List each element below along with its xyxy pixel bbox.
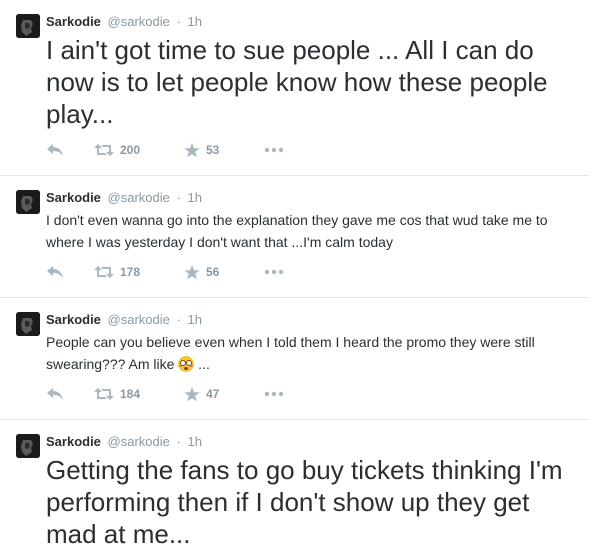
timestamp[interactable]: 1h — [187, 14, 201, 29]
more-options-icon — [264, 269, 284, 275]
more-options-button[interactable] — [264, 147, 284, 153]
favorite-button[interactable]: 47 — [184, 386, 264, 402]
favorite-star-icon — [184, 386, 200, 401]
favorite-count: 53 — [206, 143, 220, 157]
user-name[interactable]: Sarkodie — [46, 434, 101, 449]
avatar[interactable] — [16, 14, 40, 38]
avatar[interactable] — [16, 312, 40, 336]
tweet-header: Sarkodie @sarkodie · 1h — [46, 14, 202, 30]
tweet[interactable]: Sarkodie @sarkodie · 1h Getting the fans… — [0, 420, 589, 558]
tweet-text: People can you believe even when I told … — [46, 331, 567, 375]
retweet-button[interactable]: 184 — [94, 387, 184, 401]
reply-icon — [47, 266, 63, 278]
timestamp[interactable]: 1h — [187, 312, 201, 327]
separator-dot: · — [176, 434, 181, 449]
retweet-button[interactable]: 200 — [94, 143, 184, 157]
tweet-text: Getting the fans to go buy tickets think… — [46, 455, 563, 549]
tweet[interactable]: Sarkodie @sarkodie · 1h I don't even wan… — [0, 176, 589, 298]
user-name[interactable]: Sarkodie — [46, 190, 101, 205]
retweet-button[interactable]: 178 — [94, 265, 184, 279]
reply-button[interactable] — [46, 387, 94, 401]
user-handle[interactable]: @sarkodie — [108, 190, 170, 205]
user-handle[interactable]: @sarkodie — [108, 14, 170, 29]
user-name[interactable]: Sarkodie — [46, 312, 101, 327]
tweet-header: Sarkodie @sarkodie · 1h — [46, 312, 202, 328]
tweet-text: I don't even wanna go into the explanati… — [46, 212, 548, 250]
retweet-icon — [94, 266, 114, 278]
retweet-count: 200 — [120, 143, 141, 157]
favorite-count: 56 — [206, 265, 220, 279]
more-options-icon — [264, 147, 284, 153]
more-options-button[interactable] — [264, 269, 284, 275]
avatar[interactable] — [16, 190, 40, 214]
favorite-star-icon — [184, 264, 200, 279]
tweet-text: I ain't got time to sue people ... All I… — [46, 35, 548, 129]
tweet-actions: 178 56 — [46, 262, 284, 282]
tweet-text-after-emoji: ... — [194, 356, 210, 372]
tweet-text-before-emoji: People can you believe even when I told … — [46, 334, 535, 372]
avatar[interactable] — [16, 434, 40, 458]
favorite-button[interactable]: 56 — [184, 264, 264, 280]
tweet-actions: 200 53 — [46, 140, 284, 160]
separator-dot: · — [176, 190, 181, 205]
retweet-count: 184 — [120, 387, 141, 401]
favorite-count: 47 — [206, 387, 220, 401]
tweet-header: Sarkodie @sarkodie · 1h — [46, 190, 202, 206]
more-options-button[interactable] — [264, 391, 284, 397]
retweet-icon — [94, 388, 114, 400]
reply-icon — [47, 388, 63, 400]
user-handle[interactable]: @sarkodie — [108, 434, 170, 449]
reply-button[interactable] — [46, 265, 94, 279]
tweet-header: Sarkodie @sarkodie · 1h — [46, 434, 202, 450]
separator-dot: · — [176, 312, 181, 327]
more-options-icon — [264, 391, 284, 397]
timeline: Sarkodie @sarkodie · 1h I ain't got time… — [0, 0, 589, 558]
tweet[interactable]: Sarkodie @sarkodie · 1h I ain't got time… — [0, 0, 589, 176]
reply-icon — [47, 144, 63, 156]
favorite-button[interactable]: 53 — [184, 142, 264, 158]
tweet[interactable]: Sarkodie @sarkodie · 1h People can you b… — [0, 298, 589, 420]
retweet-icon — [94, 144, 114, 156]
timestamp[interactable]: 1h — [187, 190, 201, 205]
user-name[interactable]: Sarkodie — [46, 14, 101, 29]
tweet-actions: 184 47 — [46, 384, 284, 404]
user-handle[interactable]: @sarkodie — [108, 312, 170, 327]
reply-button[interactable] — [46, 143, 94, 157]
favorite-star-icon — [184, 142, 200, 157]
flushed-face-emoji-icon — [178, 356, 195, 372]
retweet-count: 178 — [120, 265, 141, 279]
timestamp[interactable]: 1h — [187, 434, 201, 449]
separator-dot: · — [176, 14, 181, 29]
